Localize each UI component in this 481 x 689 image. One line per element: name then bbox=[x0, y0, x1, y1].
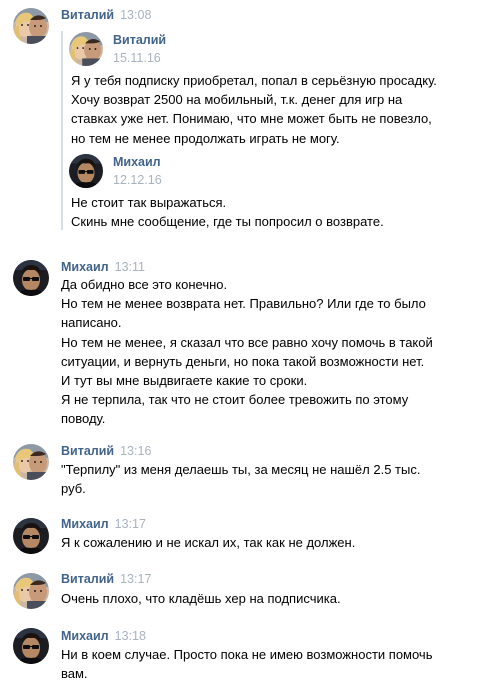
message-time[interactable]: 13:18 bbox=[115, 629, 146, 643]
forwarded-author-name[interactable]: Михаил bbox=[113, 155, 161, 169]
author-name[interactable]: Михаил bbox=[61, 629, 109, 643]
author-name[interactable]: Виталий bbox=[61, 444, 114, 458]
message-text: Да обидно все это конечно. Но тем не мен… bbox=[61, 277, 433, 427]
message-text: Очень плохо, что кладёшь хер на подписчи… bbox=[61, 591, 341, 606]
message-time[interactable]: 13:16 bbox=[120, 444, 151, 458]
message-time[interactable]: 13:11 bbox=[115, 260, 145, 274]
message-time[interactable]: 13:08 bbox=[120, 8, 151, 22]
avatar-vitaly-icon[interactable] bbox=[13, 8, 49, 44]
avatar-vitaly-icon[interactable] bbox=[13, 573, 49, 609]
message-text: "Терпилу" из меня делаешь ты, за месяц н… bbox=[61, 462, 421, 497]
avatar-mikhail-icon[interactable] bbox=[13, 518, 49, 554]
avatar-mikhail-icon[interactable] bbox=[13, 628, 49, 664]
author-name[interactable]: Михаил bbox=[61, 260, 109, 274]
avatar-mikhail-icon[interactable] bbox=[69, 154, 103, 188]
avatar-mikhail-icon[interactable] bbox=[13, 260, 49, 296]
author-name[interactable]: Михаил bbox=[61, 517, 109, 531]
message-time[interactable]: 13:17 bbox=[115, 517, 146, 531]
message-text: Ни в коем случае. Просто пока не имею во… bbox=[61, 647, 433, 682]
message-text: Я к сожалению и не искал их, так как не … bbox=[61, 535, 356, 550]
forwarded-date: 15.11.16 bbox=[113, 51, 161, 65]
author-name[interactable]: Виталий bbox=[61, 572, 114, 586]
avatar-vitaly-icon[interactable] bbox=[69, 32, 103, 66]
forwarded-bar bbox=[61, 31, 63, 230]
avatar-vitaly-icon[interactable] bbox=[13, 444, 49, 480]
forwarded-text: Не стоит так выражаться. Скинь мне сообщ… bbox=[71, 195, 384, 230]
forwarded-date: 12.12.16 bbox=[113, 173, 162, 187]
author-name[interactable]: Виталий bbox=[61, 8, 114, 22]
message-time[interactable]: 13:17 bbox=[120, 572, 151, 586]
forwarded-author-name[interactable]: Виталий bbox=[113, 33, 166, 47]
forwarded-text: Я у тебя подписку приобретал, попал в се… bbox=[71, 73, 437, 146]
